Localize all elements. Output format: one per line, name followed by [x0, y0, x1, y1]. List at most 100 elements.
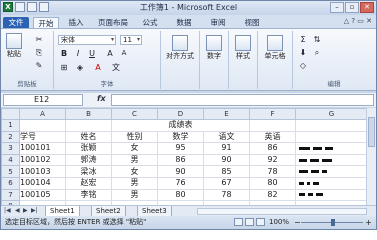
cell[interactable]: 张颖: [65, 142, 112, 155]
grow-font-button[interactable]: A: [104, 48, 116, 59]
sort-filter-icon[interactable]: ⇅: [311, 34, 323, 45]
cell[interactable]: 女: [111, 165, 158, 178]
cell[interactable]: 82: [249, 188, 296, 202]
formula-input[interactable]: [111, 94, 374, 106]
tab-data[interactable]: 数据: [171, 17, 197, 28]
styles-button[interactable]: 样式: [230, 35, 256, 61]
cell[interactable]: 86: [249, 142, 296, 155]
cell[interactable]: 90: [203, 153, 250, 167]
row-header[interactable]: 2: [1, 130, 20, 144]
cells-button[interactable]: 单元格: [259, 35, 291, 61]
tab-view[interactable]: 视图: [239, 17, 265, 28]
vertical-scrollbar[interactable]: [366, 108, 376, 205]
sparkline-cell[interactable]: [295, 119, 368, 132]
tab-review[interactable]: 审阅: [205, 17, 231, 28]
page-layout-view-icon[interactable]: [245, 218, 254, 226]
bold-button[interactable]: B: [58, 48, 70, 59]
cell[interactable]: 85: [203, 165, 250, 178]
shrink-font-button[interactable]: A: [118, 48, 130, 59]
horizontal-scrollbar[interactable]: [197, 208, 367, 215]
cell[interactable]: 100104: [19, 176, 66, 190]
cell[interactable]: 语文: [203, 130, 250, 144]
cell[interactable]: 78: [203, 188, 250, 202]
font-name-select[interactable]: 宋体: [58, 35, 116, 45]
row-header[interactable]: 4: [1, 153, 20, 167]
column-header[interactable]: E: [203, 108, 250, 120]
zoom-level[interactable]: 100%: [269, 216, 289, 229]
cut-icon[interactable]: ✂: [33, 34, 45, 45]
normal-view-icon[interactable]: [234, 218, 243, 226]
paste-button[interactable]: 粘贴: [4, 33, 24, 59]
number-button[interactable]: 数字: [201, 35, 227, 61]
column-header[interactable]: C: [111, 108, 158, 120]
column-header[interactable]: G: [295, 108, 368, 120]
phonetic-button[interactable]: 文: [110, 62, 122, 73]
worksheet-grid[interactable]: A B C D E F G 1 成绩表 2 学号 姓名 性别 数学 语文 英语 3 100101 张颖…: [1, 108, 376, 213]
italic-button[interactable]: I: [72, 48, 84, 59]
tab-home[interactable]: 开始: [33, 17, 59, 28]
borders-icon[interactable]: ⊞: [58, 62, 70, 73]
cell[interactable]: 李铭: [65, 188, 112, 202]
cell[interactable]: 90: [157, 165, 204, 178]
cell[interactable]: 86: [157, 153, 204, 167]
cell[interactable]: 78: [249, 165, 296, 178]
underline-button[interactable]: U: [86, 48, 98, 59]
fill-color-icon[interactable]: ◈: [74, 62, 86, 73]
scrollbar-thumb[interactable]: [368, 117, 375, 147]
cell[interactable]: 郭涛: [65, 153, 112, 167]
find-icon[interactable]: ⌕: [311, 47, 323, 58]
cell[interactable]: 学号: [19, 130, 66, 144]
cell[interactable]: 姓名: [65, 130, 112, 144]
font-color-icon[interactable]: A: [92, 62, 104, 73]
cell[interactable]: 92: [249, 153, 296, 167]
zoom-in-button[interactable]: +: [365, 216, 372, 229]
sheet-nav-prev-icon[interactable]: ◀: [15, 207, 20, 214]
tab-insert[interactable]: 插入: [63, 17, 89, 28]
select-all-corner[interactable]: [1, 108, 20, 120]
cell[interactable]: [249, 119, 296, 132]
cell[interactable]: 100102: [19, 153, 66, 167]
page-break-view-icon[interactable]: [256, 218, 265, 226]
cell[interactable]: 95: [157, 142, 204, 155]
tab-page-layout[interactable]: 页面布局: [93, 17, 133, 28]
clear-icon[interactable]: ◇: [297, 60, 309, 71]
alignment-button[interactable]: 对齐方式: [162, 35, 198, 61]
sheet-title-cell[interactable]: 成绩表: [111, 119, 250, 132]
cell[interactable]: 80: [157, 188, 204, 202]
sparkline-cell[interactable]: [295, 142, 368, 155]
cell[interactable]: 男: [111, 188, 158, 202]
minimize-button[interactable]: –: [330, 2, 344, 13]
name-box[interactable]: E12: [3, 94, 83, 106]
zoom-slider-handle[interactable]: [331, 219, 335, 226]
cell[interactable]: 100101: [19, 142, 66, 155]
column-header[interactable]: D: [157, 108, 204, 120]
cell[interactable]: 赵宏: [65, 176, 112, 190]
fx-icon[interactable]: fx: [97, 94, 106, 103]
column-header[interactable]: A: [19, 108, 66, 120]
row-header[interactable]: 3: [1, 142, 20, 155]
cell[interactable]: 80: [249, 176, 296, 190]
cell[interactable]: 91: [203, 142, 250, 155]
sparkline-cell[interactable]: [295, 165, 368, 178]
sheet-nav-next-icon[interactable]: ▶: [23, 207, 28, 214]
autosum-button[interactable]: Σ: [297, 34, 309, 45]
cell[interactable]: [65, 119, 112, 132]
cell[interactable]: 67: [203, 176, 250, 190]
cell[interactable]: 76: [157, 176, 204, 190]
cell[interactable]: 数学: [157, 130, 204, 144]
column-header[interactable]: F: [249, 108, 296, 120]
maximize-button[interactable]: ▫: [345, 2, 359, 13]
help-icons[interactable]: △ ? ▭ ✕: [344, 17, 372, 25]
row-header[interactable]: 5: [1, 165, 20, 178]
font-size-select[interactable]: 11: [120, 35, 142, 45]
row-header[interactable]: 7: [1, 188, 20, 202]
cell[interactable]: 100105: [19, 188, 66, 202]
column-header[interactable]: B: [65, 108, 112, 120]
fill-icon[interactable]: ⬇: [297, 47, 309, 58]
cell[interactable]: 英语: [249, 130, 296, 144]
tab-file[interactable]: 文件: [3, 17, 29, 28]
close-button[interactable]: ✕: [360, 2, 374, 13]
sheet-nav-first-icon[interactable]: |◀: [4, 207, 11, 214]
sparkline-cell[interactable]: [295, 153, 368, 167]
copy-icon[interactable]: ⎘: [33, 47, 45, 58]
